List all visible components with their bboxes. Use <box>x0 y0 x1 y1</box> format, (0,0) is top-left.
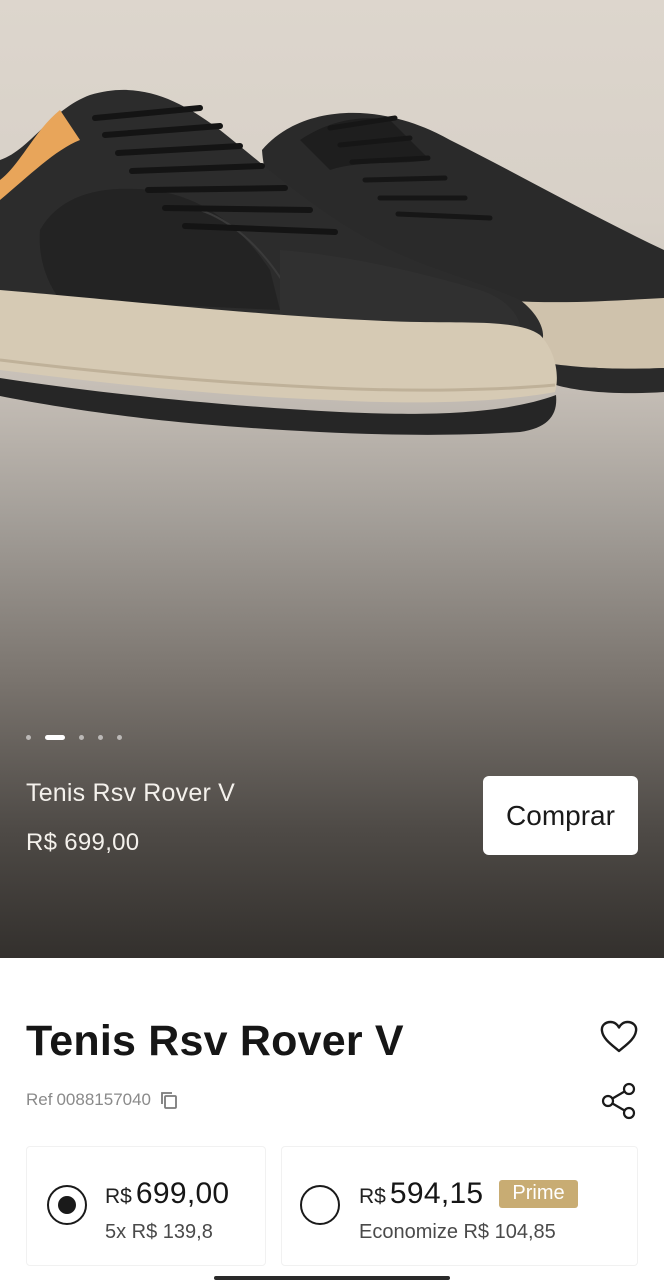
product-image-carousel[interactable]: Tenis Rsv Rover V R$ 699,00 Comprar <box>0 0 664 958</box>
shoe-image <box>0 89 664 435</box>
radio-prime[interactable] <box>300 1185 340 1225</box>
prime-badge: Prime <box>499 1180 578 1208</box>
product-reference: Ref 0088157040 <box>26 1090 179 1110</box>
share-icon <box>601 1082 636 1120</box>
price-option-prime[interactable]: R$ 594,15 Prime Economize R$ 104,85 <box>281 1146 638 1266</box>
radio-regular-selected[interactable] <box>47 1185 87 1225</box>
heart-icon <box>600 1020 638 1053</box>
carousel-indicators[interactable] <box>26 733 136 741</box>
favorite-button[interactable] <box>598 1020 640 1054</box>
carousel-dot-active[interactable] <box>45 734 65 740</box>
ref-label: Ref <box>26 1090 53 1109</box>
ref-code: 0088157040 <box>56 1090 152 1109</box>
copy-icon[interactable] <box>159 1090 179 1110</box>
regular-price: R$ 699,00 <box>105 1177 229 1211</box>
product-title: Tenis Rsv Rover V <box>26 1017 404 1065</box>
home-indicator[interactable] <box>214 1276 450 1280</box>
carousel-dot[interactable] <box>79 734 84 740</box>
carousel-dot[interactable] <box>117 734 122 740</box>
buy-button[interactable]: Comprar <box>483 776 638 855</box>
product-page: Tenis Rsv Rover V R$ 699,00 Comprar Teni… <box>0 0 664 1280</box>
price-amount: 699,00 <box>135 1177 230 1210</box>
share-button[interactable] <box>600 1082 638 1120</box>
carousel-dot[interactable] <box>26 734 31 740</box>
savings-text: Economize R$ 104,85 <box>359 1221 556 1243</box>
carousel-dot[interactable] <box>98 734 103 740</box>
hero-product-price: R$ 699,00 <box>26 829 140 856</box>
product-details: Tenis Rsv Rover V Ref 0088157040 R$ 699,… <box>0 958 664 1280</box>
currency-label: R$ <box>105 1185 132 1208</box>
installments-text: 5x R$ 139,8 <box>105 1221 213 1243</box>
price-amount: 594,15 <box>389 1177 484 1210</box>
price-option-regular[interactable]: R$ 699,00 5x R$ 139,8 <box>26 1146 266 1266</box>
currency-label: R$ <box>359 1185 386 1208</box>
prime-price: R$ 594,15 Prime <box>359 1177 578 1212</box>
hero-product-title: Tenis Rsv Rover V <box>26 779 236 807</box>
